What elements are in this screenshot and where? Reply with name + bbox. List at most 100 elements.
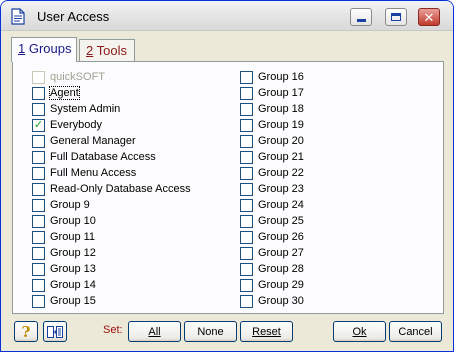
tab-tools-mnemonic: 2 bbox=[86, 43, 94, 58]
group-checkbox[interactable] bbox=[240, 294, 253, 308]
cancel-button[interactable]: Cancel bbox=[389, 321, 442, 342]
group-checkbox[interactable] bbox=[32, 118, 45, 132]
set-none-button[interactable]: None bbox=[184, 321, 237, 342]
maximize-icon bbox=[391, 13, 401, 21]
group-checkbox[interactable] bbox=[32, 134, 45, 148]
group-checkbox-label: Group 9 bbox=[50, 199, 90, 211]
groups-panel: quickSOFT Agent System Admin Everybody Gener… bbox=[12, 61, 444, 314]
group-checkbox-row[interactable]: Group 30 bbox=[240, 293, 304, 309]
group-checkbox-label: Group 26 bbox=[258, 231, 304, 243]
group-checkbox[interactable] bbox=[240, 230, 253, 244]
ok-label: Ok bbox=[352, 325, 367, 338]
group-checkbox[interactable] bbox=[240, 70, 253, 84]
minimize-button[interactable] bbox=[350, 8, 372, 26]
document-icon bbox=[11, 8, 25, 25]
group-checkbox-row[interactable]: Read-Only Database Access bbox=[32, 181, 191, 197]
group-checkbox[interactable] bbox=[240, 134, 253, 148]
group-checkbox[interactable] bbox=[32, 198, 45, 212]
help-button[interactable]: ? bbox=[14, 321, 38, 342]
group-checkbox-label: Group 13 bbox=[50, 263, 96, 275]
group-checkbox-row[interactable]: Group 18 bbox=[240, 101, 304, 117]
group-checkbox-row[interactable]: Agent bbox=[32, 85, 80, 101]
layout-toggle-button[interactable] bbox=[43, 321, 67, 342]
group-checkbox[interactable] bbox=[32, 246, 45, 260]
group-checkbox[interactable] bbox=[32, 278, 45, 292]
group-checkbox[interactable] bbox=[240, 214, 253, 228]
group-checkbox[interactable] bbox=[32, 150, 45, 164]
group-checkbox-row[interactable]: Group 10 bbox=[32, 213, 96, 229]
group-checkbox-row[interactable]: Group 22 bbox=[240, 165, 304, 181]
group-checkbox[interactable] bbox=[32, 102, 45, 116]
group-checkbox-row[interactable]: Group 13 bbox=[32, 261, 96, 277]
group-checkbox-label: Group 10 bbox=[50, 215, 96, 227]
group-checkbox[interactable] bbox=[240, 150, 253, 164]
group-checkbox-label: Group 18 bbox=[258, 103, 304, 115]
group-checkbox[interactable] bbox=[32, 182, 45, 196]
group-checkbox[interactable] bbox=[240, 102, 253, 116]
group-checkbox-row[interactable]: Group 11 bbox=[32, 229, 95, 245]
maximize-button[interactable] bbox=[385, 8, 407, 26]
group-checkbox-row[interactable]: Full Database Access bbox=[32, 149, 156, 165]
group-checkbox-row[interactable]: Group 25 bbox=[240, 213, 304, 229]
group-checkbox-row[interactable]: Group 19 bbox=[240, 117, 304, 133]
group-checkbox[interactable] bbox=[240, 86, 253, 100]
group-checkbox-row[interactable]: General Manager bbox=[32, 133, 136, 149]
user-access-window: User Access ✕ 1 Groups 2 Tools quickSOFT… bbox=[0, 0, 454, 352]
group-checkbox[interactable] bbox=[240, 118, 253, 132]
group-checkbox-label: Group 20 bbox=[258, 135, 304, 147]
group-checkbox-row[interactable]: Group 17 bbox=[240, 85, 304, 101]
group-checkbox-row[interactable]: Group 23 bbox=[240, 181, 304, 197]
set-all-button[interactable]: All bbox=[128, 321, 181, 342]
group-checkbox-row[interactable]: Group 15 bbox=[32, 293, 96, 309]
group-checkbox-label: Group 15 bbox=[50, 295, 96, 307]
group-checkbox-label: Read-Only Database Access bbox=[50, 183, 191, 195]
group-checkbox-row[interactable]: Group 16 bbox=[240, 69, 304, 85]
group-checkbox-row[interactable]: System Admin bbox=[32, 101, 120, 117]
group-checkbox-label: Group 17 bbox=[258, 87, 304, 99]
group-checkbox-row[interactable]: Group 20 bbox=[240, 133, 304, 149]
group-checkbox[interactable] bbox=[32, 166, 45, 180]
group-checkbox[interactable] bbox=[240, 198, 253, 212]
group-checkbox-row[interactable]: Group 26 bbox=[240, 229, 304, 245]
group-checkbox-label: Group 25 bbox=[258, 215, 304, 227]
group-checkbox[interactable] bbox=[240, 278, 253, 292]
group-checkbox[interactable] bbox=[32, 294, 45, 308]
tab-groups-mnemonic: 1 bbox=[18, 41, 26, 56]
group-checkbox[interactable] bbox=[32, 262, 45, 276]
group-checkbox-label: General Manager bbox=[50, 135, 136, 147]
group-checkbox-row[interactable]: Group 29 bbox=[240, 277, 304, 293]
group-checkbox[interactable] bbox=[32, 86, 45, 100]
panel-swap-icon bbox=[47, 325, 63, 338]
ok-button[interactable]: Ok bbox=[333, 321, 386, 342]
group-checkbox[interactable] bbox=[240, 182, 253, 196]
set-all-label: All bbox=[148, 325, 161, 338]
group-checkbox[interactable] bbox=[32, 230, 45, 244]
group-checkbox[interactable] bbox=[240, 262, 253, 276]
group-checkbox[interactable] bbox=[32, 214, 45, 228]
group-checkbox-row[interactable]: Group 21 bbox=[240, 149, 304, 165]
title-bar[interactable]: User Access ✕ bbox=[1, 1, 453, 31]
group-checkbox-label: Everybody bbox=[50, 119, 102, 131]
group-checkbox-row[interactable]: Group 9 bbox=[32, 197, 90, 213]
reset-button[interactable]: Reset bbox=[240, 321, 293, 342]
tab-tools[interactable]: 2 Tools bbox=[79, 39, 135, 61]
group-checkbox-row[interactable]: Group 12 bbox=[32, 245, 96, 261]
close-button[interactable]: ✕ bbox=[418, 8, 440, 26]
group-checkbox-label: Group 30 bbox=[258, 295, 304, 307]
group-checkbox-row[interactable]: Everybody bbox=[32, 117, 102, 133]
group-checkbox bbox=[32, 70, 45, 84]
group-checkbox[interactable] bbox=[240, 246, 253, 260]
tab-groups[interactable]: 1 Groups bbox=[11, 37, 77, 62]
group-checkbox[interactable] bbox=[240, 166, 253, 180]
group-checkbox-row[interactable]: Group 27 bbox=[240, 245, 304, 261]
group-checkbox-label: Group 24 bbox=[258, 199, 304, 211]
group-checkbox-row[interactable]: Full Menu Access bbox=[32, 165, 136, 181]
question-mark-icon: ? bbox=[21, 322, 31, 341]
group-checkbox-row[interactable]: Group 28 bbox=[240, 261, 304, 277]
group-checkbox-row[interactable]: Group 14 bbox=[32, 277, 96, 293]
tab-tools-label: Tools bbox=[96, 43, 127, 58]
group-checkbox-label: Group 28 bbox=[258, 263, 304, 275]
group-checkbox-row[interactable]: Group 24 bbox=[240, 197, 304, 213]
group-checkbox-label: Group 27 bbox=[258, 247, 304, 259]
group-checkbox-label: quickSOFT bbox=[50, 71, 106, 83]
